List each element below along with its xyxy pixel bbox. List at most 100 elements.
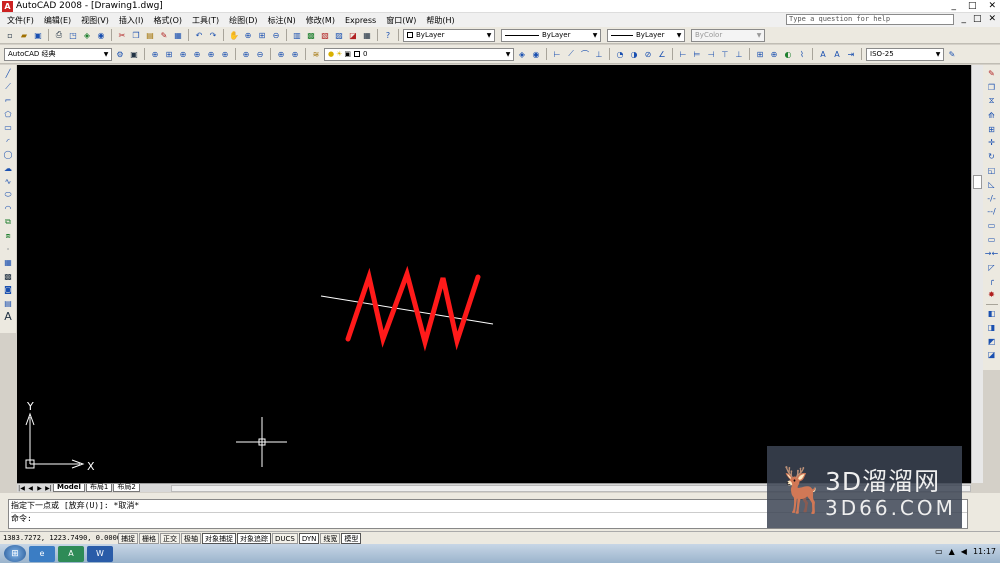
- menu-insert[interactable]: 插入(I): [114, 15, 149, 26]
- dim-diameter-icon[interactable]: ⊘: [642, 48, 654, 60]
- zoom-in-icon[interactable]: ⊕: [240, 48, 252, 60]
- blockeditor-icon[interactable]: ▦: [172, 29, 184, 41]
- ortho-toggle[interactable]: 正交: [160, 532, 180, 544]
- line-icon[interactable]: ╱: [1, 67, 15, 81]
- insert-block-icon[interactable]: ⧉: [1, 216, 15, 230]
- layer-control-combo[interactable]: ● ☀ ▣ 0 ▼: [324, 47, 514, 61]
- circle-icon[interactable]: ◯: [1, 148, 15, 162]
- sheetset-icon[interactable]: ▨: [333, 29, 345, 41]
- maximize-button[interactable]: □: [968, 1, 977, 11]
- array-icon[interactable]: ⊞: [985, 122, 999, 136]
- menu-window[interactable]: 窗口(W): [381, 15, 421, 26]
- last-tab-button[interactable]: ▶|: [44, 485, 53, 492]
- ducs-toggle[interactable]: DUCS: [272, 532, 298, 544]
- dim-radius-icon[interactable]: ◔: [614, 48, 626, 60]
- chamfer-icon[interactable]: ◸: [985, 260, 999, 274]
- extend-icon[interactable]: --/: [985, 205, 999, 219]
- multiline-text-icon[interactable]: A: [1, 310, 15, 324]
- matchprop-icon[interactable]: ✎: [158, 29, 170, 41]
- layer-manager-icon[interactable]: ≋: [310, 48, 322, 60]
- move-icon[interactable]: ✛: [985, 136, 999, 150]
- grid-toggle[interactable]: 栅格: [139, 532, 159, 544]
- color-control-combo[interactable]: ByLayer ▼: [403, 28, 495, 42]
- dim-arclength-icon[interactable]: ⌒: [579, 48, 591, 60]
- vertical-scrollbar[interactable]: [971, 65, 983, 483]
- next-tab-button[interactable]: ▶: [35, 485, 44, 492]
- markup-icon[interactable]: ◪: [347, 29, 359, 41]
- join-icon[interactable]: →←: [985, 246, 999, 260]
- region-icon[interactable]: ◙: [1, 283, 15, 297]
- table-icon[interactable]: ▤: [1, 297, 15, 311]
- close-button[interactable]: ✕: [988, 1, 996, 11]
- menu-express[interactable]: Express: [340, 16, 381, 25]
- word-taskbar-icon[interactable]: W: [87, 545, 113, 562]
- make-block-icon[interactable]: ⧈: [1, 229, 15, 243]
- linetype-control-combo[interactable]: ByLayer ▼: [501, 28, 601, 42]
- polar-toggle[interactable]: 极轴: [181, 532, 201, 544]
- zoom-window-icon[interactable]: ⊞: [256, 29, 268, 41]
- dim-baseline-icon[interactable]: ⊨: [691, 48, 703, 60]
- publish-icon[interactable]: ◈: [81, 29, 93, 41]
- zigzag-polyline[interactable]: [345, 265, 481, 352]
- center-mark-icon[interactable]: ⊕: [768, 48, 780, 60]
- minimize-button[interactable]: _: [951, 1, 956, 11]
- draworder-below-icon[interactable]: ◪: [985, 348, 999, 362]
- polyline-icon[interactable]: ⌐: [1, 94, 15, 108]
- undo-icon[interactable]: ↶: [193, 29, 205, 41]
- first-tab-button[interactable]: |◀: [17, 485, 26, 492]
- doc-minimize-button[interactable]: _: [961, 14, 966, 24]
- zoom-scale-icon[interactable]: ⊕: [191, 48, 203, 60]
- open-icon[interactable]: ▰: [18, 29, 30, 41]
- dim-aligned-icon[interactable]: ⟋: [565, 48, 577, 60]
- menu-view[interactable]: 视图(V): [76, 15, 114, 26]
- dimstyle-manager-icon[interactable]: ✎: [946, 48, 958, 60]
- dim-edit-icon[interactable]: A: [817, 48, 829, 60]
- dim-angular-icon[interactable]: ∠: [656, 48, 668, 60]
- tab-model[interactable]: Model: [53, 484, 85, 492]
- fillet-icon[interactable]: ╭: [985, 274, 999, 288]
- offset-icon[interactable]: ⟰: [985, 108, 999, 122]
- start-button[interactable]: ⊞: [4, 545, 26, 562]
- zoom-realtime-icon[interactable]: ⊕: [242, 29, 254, 41]
- make-current-icon[interactable]: ◈: [516, 48, 528, 60]
- tolerance-icon[interactable]: ⊞: [754, 48, 766, 60]
- zoom-previous-icon[interactable]: ⊖: [270, 29, 282, 41]
- ellipse-arc-icon[interactable]: ◠: [1, 202, 15, 216]
- menu-help[interactable]: 帮助(H): [421, 15, 459, 26]
- point-icon[interactable]: ·: [1, 243, 15, 257]
- dim-space-icon[interactable]: ⊤: [719, 48, 731, 60]
- erase-icon[interactable]: ✎: [985, 67, 999, 81]
- clock[interactable]: 11:17: [973, 547, 996, 556]
- zoom-window-icon[interactable]: ⊞: [163, 48, 175, 60]
- dim-break-icon[interactable]: ⊥: [733, 48, 745, 60]
- break-at-point-icon[interactable]: ▭: [985, 219, 999, 233]
- workspace-save-icon[interactable]: ▣: [128, 48, 140, 60]
- preview-icon[interactable]: ◳: [67, 29, 79, 41]
- volume-icon[interactable]: ◀: [961, 547, 967, 556]
- menu-file[interactable]: 文件(F): [2, 15, 39, 26]
- print-icon[interactable]: ⎙: [53, 29, 65, 41]
- scrollbar-thumb[interactable]: [973, 175, 982, 189]
- ellipse-icon[interactable]: ⬭: [1, 189, 15, 203]
- construction-line-icon[interactable]: ⟋: [1, 81, 15, 95]
- toolpalettes-icon[interactable]: ▧: [319, 29, 331, 41]
- coordinate-readout[interactable]: 1383.7272, 1223.7490, 0.0000: [0, 534, 121, 542]
- pan-icon[interactable]: ✋: [228, 29, 240, 41]
- layer-previous-icon[interactable]: ◉: [530, 48, 542, 60]
- copy-object-icon[interactable]: ❐: [985, 81, 999, 95]
- copy-icon[interactable]: ❐: [130, 29, 142, 41]
- keyboard-icon[interactable]: ▭: [935, 547, 943, 556]
- mirror-icon[interactable]: ⧖: [985, 95, 999, 109]
- network-icon[interactable]: ▲: [949, 547, 955, 556]
- designcenter-icon[interactable]: ▩: [305, 29, 317, 41]
- properties-icon[interactable]: ▥: [291, 29, 303, 41]
- zoom-extents-icon[interactable]: ⊕: [289, 48, 301, 60]
- trim-icon[interactable]: -/-: [985, 191, 999, 205]
- workspace-combo[interactable]: AutoCAD 经典 ▼: [4, 47, 112, 61]
- stretch-icon[interactable]: ◺: [985, 177, 999, 191]
- new-icon[interactable]: ▫: [4, 29, 16, 41]
- dim-update-icon[interactable]: ⇥: [845, 48, 857, 60]
- cut-icon[interactable]: ✂: [116, 29, 128, 41]
- draworder-back-icon[interactable]: ◨: [985, 320, 999, 334]
- prev-tab-button[interactable]: ◀: [26, 485, 35, 492]
